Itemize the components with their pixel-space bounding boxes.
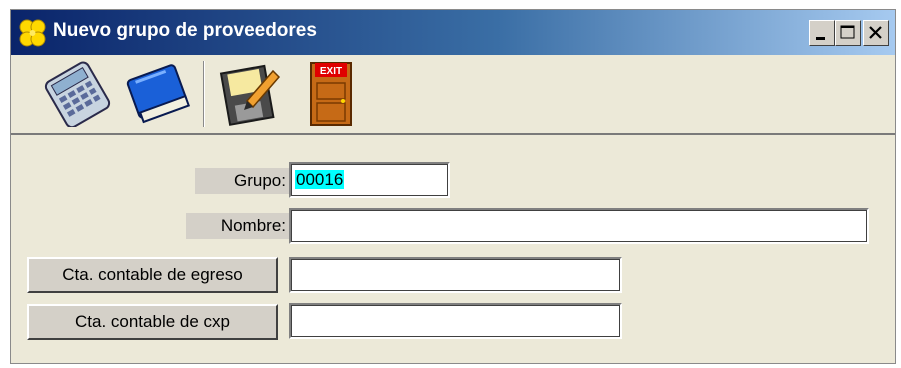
four-leaf-clover-icon — [19, 19, 46, 47]
toolbar: EXIT — [11, 55, 895, 135]
minimize-button[interactable] — [809, 20, 835, 46]
exit-door-icon[interactable]: EXIT — [305, 61, 359, 127]
window: Nuevo grupo de proveedores EXIT Grupo: 0… — [10, 9, 896, 364]
calculator-icon[interactable] — [39, 61, 115, 127]
maximize-icon — [840, 25, 855, 39]
book-icon[interactable] — [121, 61, 197, 127]
cta-egreso-field[interactable] — [289, 257, 622, 293]
close-icon — [869, 26, 882, 39]
minimize-icon — [816, 37, 825, 40]
nombre-label: Nombre: — [186, 213, 289, 239]
exit-badge: EXIT — [320, 66, 342, 77]
maximize-button[interactable] — [835, 20, 861, 46]
grupo-value: 00016 — [295, 170, 345, 189]
save-disk-icon[interactable] — [211, 61, 287, 127]
title-bar[interactable]: Nuevo grupo de proveedores — [11, 10, 895, 55]
toolbar-separator — [203, 61, 205, 127]
grupo-label: Grupo: — [195, 168, 289, 194]
cta-cxp-field[interactable] — [289, 303, 622, 339]
grupo-field[interactable]: 00016 — [289, 162, 450, 198]
close-button[interactable] — [863, 20, 889, 46]
cta-cxp-button[interactable]: Cta. contable de cxp — [27, 304, 278, 340]
window-title: Nuevo grupo de proveedores — [53, 20, 317, 41]
cta-egreso-button[interactable]: Cta. contable de egreso — [27, 257, 278, 293]
nombre-field[interactable] — [289, 208, 869, 244]
